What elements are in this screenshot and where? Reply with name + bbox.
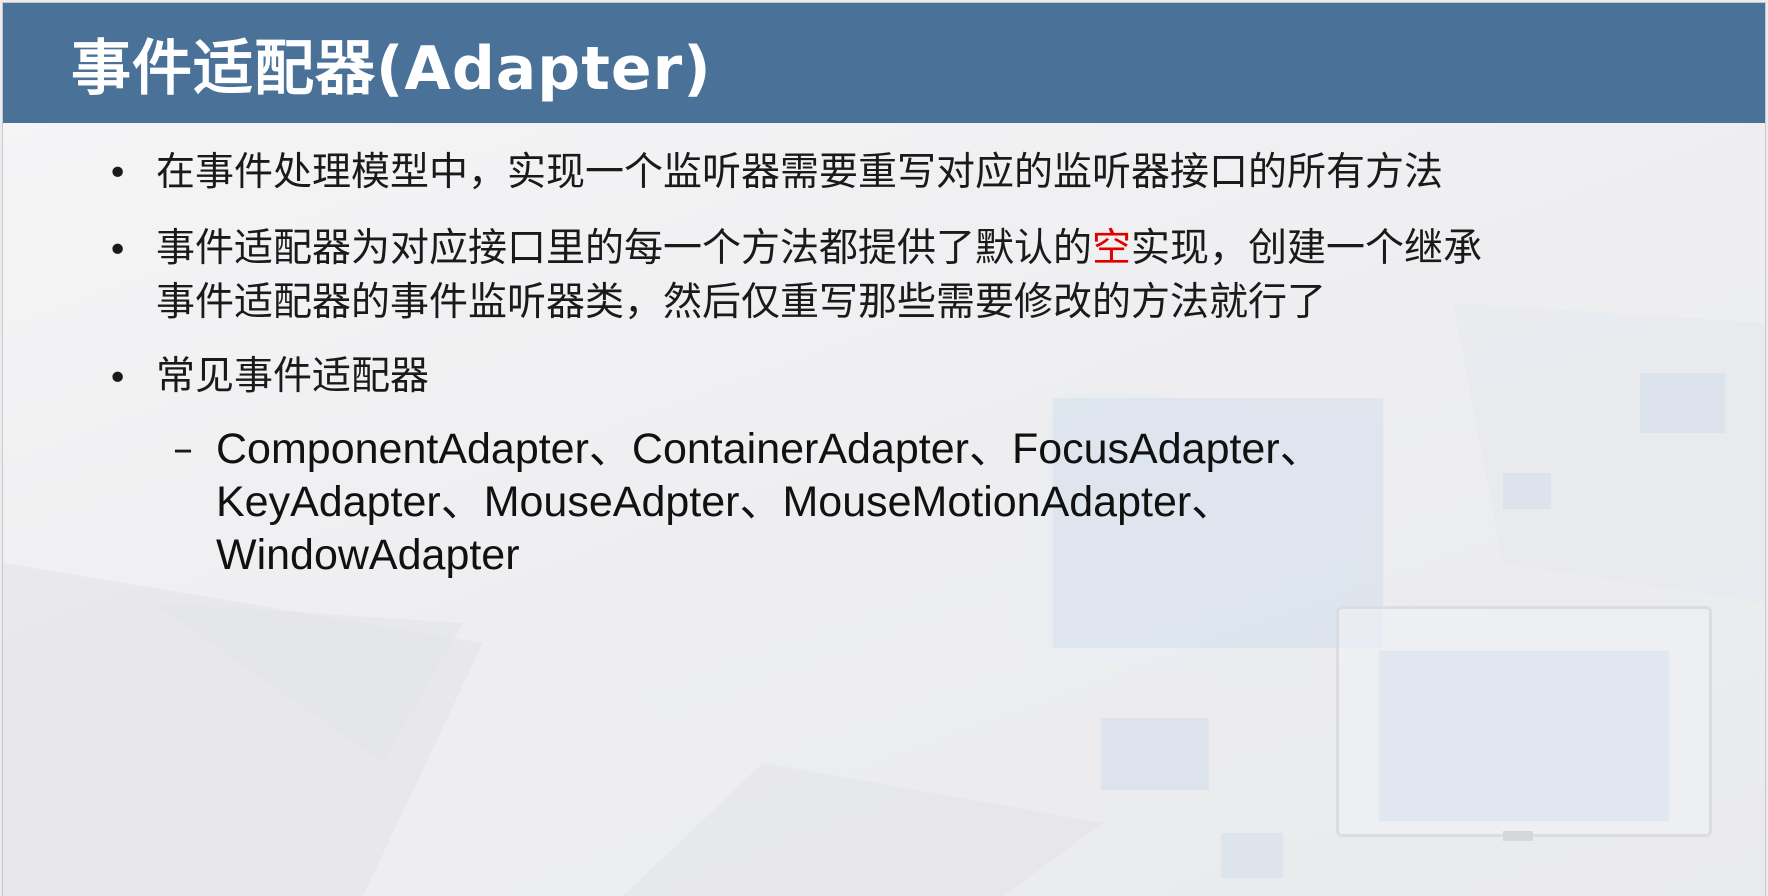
bullet-marker: •	[107, 153, 129, 194]
bullet-text-2-part-a: 事件适配器为对应接口里的每一个方法都提供了默认的	[156, 226, 1093, 271]
background-badge	[1503, 473, 1551, 509]
bullet-text-2: 事件适配器为对应接口里的每一个方法都提供了默认的空实现，创建一个继承	[156, 219, 1676, 279]
adapter-list-line-2: KeyAdapter、MouseAdpter、MouseMotionAdapte…	[216, 478, 1235, 526]
monitor-stand	[1503, 831, 1533, 841]
background-badge	[1221, 833, 1283, 878]
bullet-marker: •	[107, 358, 129, 399]
monitor-screen	[1379, 651, 1669, 821]
background-badge	[1101, 718, 1209, 790]
adapter-list-line-1: ComponentAdapter、ContainerAdapter、FocusA…	[216, 425, 1323, 473]
bullet-text-2-line-2: 事件适配器的事件监听器类，然后仅重写那些需要修改的方法就行了	[156, 280, 1327, 325]
highlight-empty: 空	[1092, 226, 1132, 271]
bullet-text-1: 在事件处理模型中，实现一个监听器需要重写对应的监听器接口的所有方法	[156, 150, 1444, 195]
bullet-text-2-part-b: 实现，创建一个继承	[1131, 226, 1483, 271]
bullet-text-3: 常见事件适配器	[156, 354, 430, 399]
bullet-marker: •	[107, 230, 129, 271]
slide: 事件适配器(Adapter) • 在事件处理模型中，实现一个监听器需要重写对应的…	[3, 3, 1765, 896]
sub-bullet-marker: –	[173, 426, 193, 472]
adapter-list-line-3: WindowAdapter	[216, 531, 520, 579]
monitor-illustration	[1336, 606, 1712, 837]
title-bar: 事件适配器(Adapter)	[3, 3, 1765, 123]
slide-title: 事件适配器(Adapter)	[71, 33, 712, 104]
